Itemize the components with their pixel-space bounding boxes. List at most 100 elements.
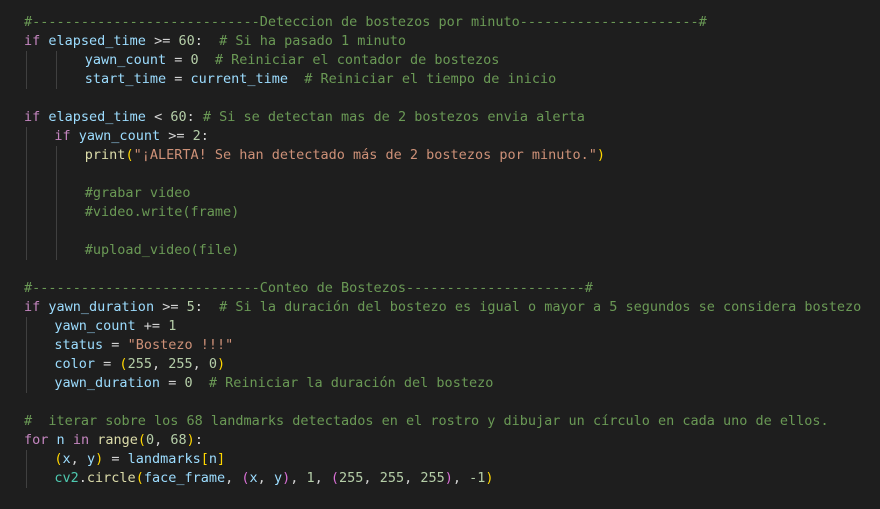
code-token: if	[24, 299, 41, 315]
code-token: (	[54, 451, 63, 467]
code-token: 255	[127, 356, 152, 372]
code-token: 255	[339, 470, 364, 486]
code-token: :	[186, 109, 203, 125]
code-token: #video.write(frame)	[84, 204, 240, 220]
code-token: n	[208, 451, 218, 467]
code-token: )	[596, 147, 605, 163]
code-token: ,	[314, 470, 331, 486]
code-token: ,	[225, 470, 242, 486]
code-token: =	[103, 337, 128, 353]
code-token: -1	[469, 470, 486, 486]
code-token: yawn_count	[84, 52, 167, 68]
code-token: 0	[146, 432, 155, 448]
code-token: yawn_count	[78, 128, 161, 144]
code-token: # Reiniciar la duración del bostezo	[208, 375, 494, 391]
code-token: 0	[190, 52, 199, 68]
code-token: if	[24, 33, 41, 49]
code-token: #----------------------------Conteo de B…	[24, 280, 593, 296]
code-token: # Reiniciar el contador de bostezos	[214, 52, 500, 68]
code-token: (	[137, 432, 146, 448]
code-token: current_time	[190, 71, 289, 87]
code-token: y	[86, 451, 96, 467]
indent-guide	[26, 450, 27, 488]
code-token: =	[103, 451, 128, 467]
code-line: if elapsed_time >= 60: # Si ha pasado 1 …	[24, 32, 406, 51]
code-line: yawn_count = 0 # Reiniciar el contador d…	[85, 51, 500, 70]
code-token: [	[200, 451, 209, 467]
code-token: 5	[186, 299, 195, 315]
code-token: 255	[168, 356, 193, 372]
code-token: ]	[217, 451, 226, 467]
code-token: 1	[168, 318, 177, 334]
code-token: status	[54, 337, 104, 353]
indent-guide	[26, 51, 27, 89]
code-token: n	[56, 432, 65, 448]
code-token: cv2	[54, 470, 79, 486]
code-token: # Si ha pasado 1 minuto	[219, 33, 407, 49]
code-token: "Bostezo !!!"	[127, 337, 234, 353]
code-token: 1	[306, 470, 315, 486]
code-token: "¡ALERTA! Se han detectado más de 2 bost…	[133, 147, 597, 163]
code-line: print("¡ALERTA! Se han detectado más de …	[85, 146, 605, 165]
code-token: in	[72, 432, 90, 448]
code-token: ,	[290, 470, 307, 486]
code-line: #grabar video	[85, 184, 191, 203]
indent-guide	[56, 146, 58, 260]
code-token: )	[95, 451, 104, 467]
code-token: 0	[184, 375, 193, 391]
code-line: if yawn_count >= 2:	[54, 127, 208, 146]
code-line: #----------------------------Conteo de B…	[24, 279, 593, 298]
code-token: # Si se detectan mas de 2 bostezos envia…	[202, 109, 585, 125]
code-token: =	[166, 71, 191, 87]
code-token: for	[24, 432, 49, 448]
code-token: =	[166, 52, 191, 68]
code-line: (x, y) = landmarks[n]	[54, 450, 225, 469]
code-token: ,	[151, 356, 169, 372]
code-token: elapsed_time	[48, 33, 146, 49]
code-token: x	[62, 451, 71, 467]
code-token: 0	[208, 356, 218, 372]
code-editor[interactable]: #----------------------------Deteccion d…	[0, 0, 880, 509]
code-token: )	[282, 470, 291, 486]
code-token: ,	[192, 356, 209, 372]
code-line: start_time = current_time # Reiniciar el…	[85, 70, 556, 89]
code-token: (	[330, 470, 340, 486]
code-token: )	[217, 356, 226, 372]
code-token: start_time	[84, 71, 167, 87]
code-token: ,	[154, 432, 171, 448]
indent-guide	[26, 317, 27, 393]
code-line: cv2.circle(face_frame, (x, y), 1, (255, …	[54, 469, 493, 488]
code-line: color = (255, 255, 0)	[54, 355, 225, 374]
code-token: 255	[420, 470, 445, 486]
code-token: if	[24, 109, 41, 125]
code-token: (	[125, 147, 134, 163]
code-token: )	[444, 470, 453, 486]
code-token: 60	[178, 33, 195, 49]
code-token: 60	[170, 109, 187, 125]
code-token: =	[160, 375, 185, 391]
code-token: x	[249, 470, 258, 486]
code-token: )	[186, 432, 195, 448]
code-token: #----------------------------Deteccion d…	[24, 14, 707, 30]
code-line: if yawn_duration >= 5: # Si la duración …	[24, 298, 861, 317]
code-token: yawn_duration	[54, 375, 161, 391]
code-token: 255	[379, 470, 405, 486]
code-token: .	[78, 470, 87, 486]
indent-guide	[56, 51, 58, 89]
code-token: circle	[86, 470, 136, 486]
code-token: :	[194, 33, 220, 49]
code-token: # Si la duración del bostezo es igual o …	[219, 299, 862, 315]
code-token: ,	[363, 470, 380, 486]
code-token: color	[54, 356, 96, 372]
code-token: print	[84, 147, 126, 163]
code-token: :	[194, 299, 220, 315]
code-token: ,	[452, 470, 470, 486]
code-token: landmarks	[127, 451, 201, 467]
code-token: face_frame	[143, 470, 226, 486]
